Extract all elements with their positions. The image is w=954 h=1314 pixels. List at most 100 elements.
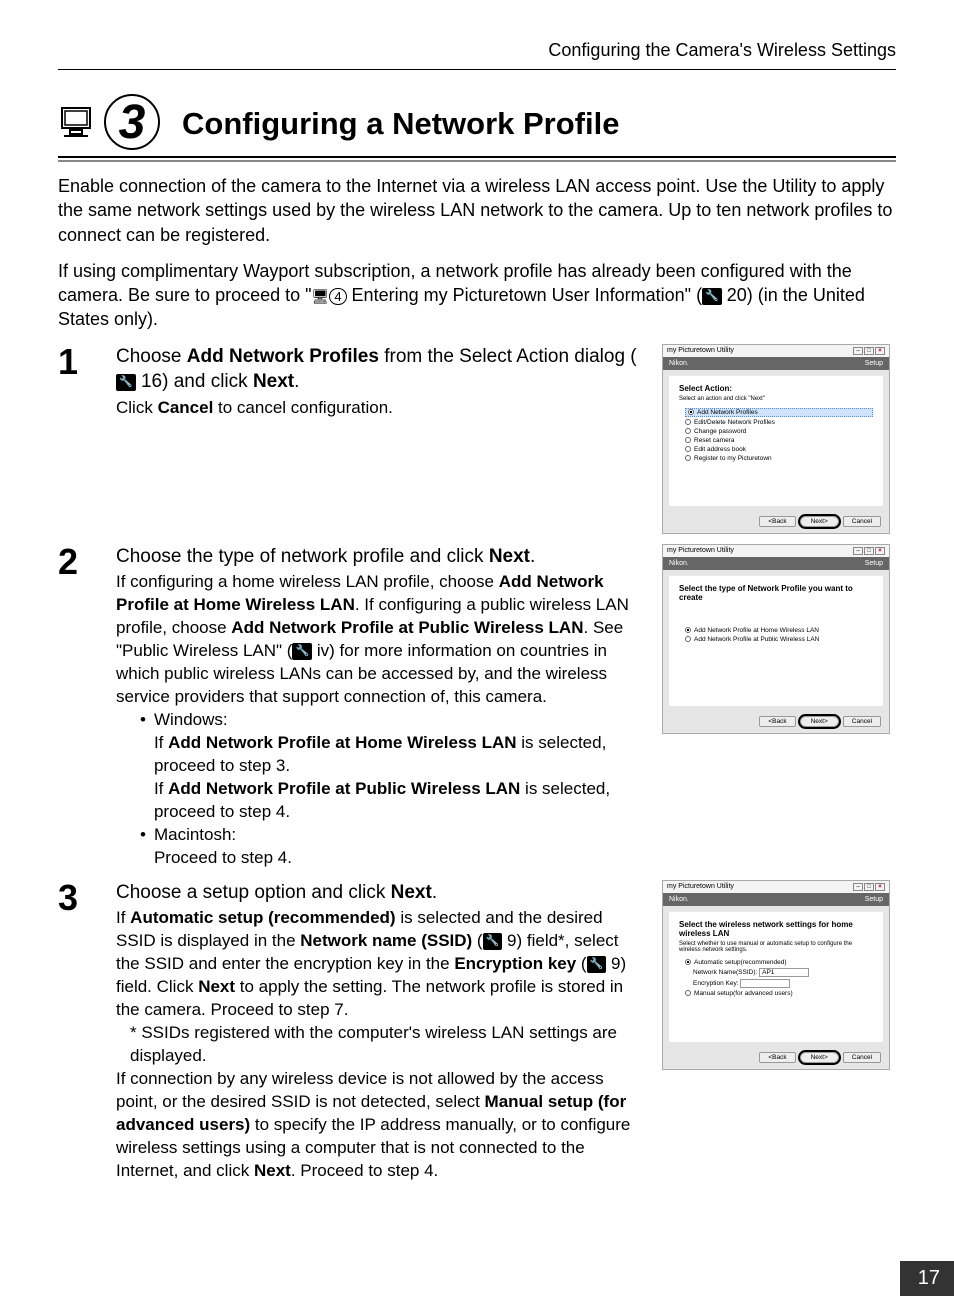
bullet-dot-icon: • xyxy=(140,709,146,824)
radio-public-wireless[interactable]: Add Network Profile at Public Wireless L… xyxy=(685,636,873,643)
radio-label: Add Network Profiles xyxy=(697,409,758,416)
computer-icon xyxy=(58,102,98,147)
radio-label: Automatic setup(recommended) xyxy=(694,959,787,966)
field-label: Network Name(SSID): xyxy=(693,969,757,976)
radio-register[interactable]: Register to my Picturetown xyxy=(685,455,873,462)
dialog-heading: Select the wireless network settings for… xyxy=(679,920,873,938)
footnote: * SSIDs registered with the computer's w… xyxy=(130,1022,642,1068)
step-bold: Next xyxy=(198,977,235,996)
close-icon[interactable]: × xyxy=(875,347,885,355)
encryption-key-input[interactable] xyxy=(740,979,790,988)
step-text: . xyxy=(294,371,299,392)
brand-label: Nikon. xyxy=(669,896,689,903)
step-number-circle: 3 xyxy=(104,94,160,150)
field-encryption-key: Encryption Key: xyxy=(693,979,873,988)
page-number: 17 xyxy=(900,1261,954,1296)
step-number: 1 xyxy=(58,344,96,534)
step-bold: Automatic setup (recommended) xyxy=(130,908,395,927)
bullet-windows: • Windows: If Add Network Profile at Hom… xyxy=(140,709,642,824)
header-divider xyxy=(58,69,896,70)
step-text: Choose xyxy=(116,346,187,367)
step-bold: Next xyxy=(253,371,294,392)
title-row: 3 Configuring a Network Profile xyxy=(58,96,896,152)
radio-edit-delete[interactable]: Edit/Delete Network Profiles xyxy=(685,419,873,426)
next-button[interactable]: Next> xyxy=(800,516,839,527)
bullet-text: Proceed to step 4. xyxy=(154,847,292,870)
radio-label: Add Network Profile at Home Wireless LAN xyxy=(694,627,819,634)
minimize-icon[interactable]: – xyxy=(853,547,863,555)
intro-step-ref: 4 xyxy=(329,288,346,305)
back-button[interactable]: <Back xyxy=(759,516,795,527)
step-text: ( xyxy=(576,954,586,973)
setup-label: Setup xyxy=(865,896,883,903)
close-icon[interactable]: × xyxy=(875,547,885,555)
step-text: . Proceed to step 4. xyxy=(291,1161,438,1180)
dialog-subtext: Select whether to use manual or automati… xyxy=(679,941,873,953)
cancel-button[interactable]: Cancel xyxy=(843,1052,881,1063)
bullet-text: If xyxy=(154,733,168,752)
reference-icon: 🔧 xyxy=(116,374,136,391)
step-bold: Add Network Profiles xyxy=(187,346,379,367)
radio-manual-setup[interactable]: Manual setup(for advanced users) xyxy=(685,990,873,997)
intro-text: Entering my Picturetown User Information… xyxy=(347,285,703,305)
step-3: 3 Choose a setup option and click Next. … xyxy=(58,880,896,1183)
step-bold: Network name (SSID) xyxy=(300,931,472,950)
step-body: Choose the type of network profile and c… xyxy=(116,544,642,870)
reference-icon: 🔧 xyxy=(292,643,312,660)
bullet-bold: Add Network Profile at Public Wireless L… xyxy=(168,779,520,798)
intro-paragraph-2: If using complimentary Wayport subscript… xyxy=(58,259,896,332)
brand-label: Nikon. xyxy=(669,560,689,567)
dialog-subtext: Select an action and click "Next" xyxy=(679,396,873,402)
maximize-icon[interactable]: □ xyxy=(864,547,874,555)
radio-automatic-setup[interactable]: Automatic setup(recommended) xyxy=(685,959,873,966)
window-buttons: –□× xyxy=(853,883,885,891)
radio-label: Edit address book xyxy=(694,446,746,453)
dialog-heading: Select the type of Network Profile you w… xyxy=(679,584,873,602)
dialog-title: my Picturetown Utility xyxy=(667,547,734,555)
section-header: Configuring the Camera's Wireless Settin… xyxy=(58,40,896,61)
dialog-select-profile-type: my Picturetown Utility –□× Nikon. Setup Se… xyxy=(662,544,890,734)
window-buttons: –□× xyxy=(853,347,885,355)
step-text: ( xyxy=(472,931,482,950)
cancel-button[interactable]: Cancel xyxy=(843,716,881,727)
bullet-macintosh: • Macintosh: Proceed to step 4. xyxy=(140,824,642,870)
cancel-button[interactable]: Cancel xyxy=(843,516,881,527)
ssid-input[interactable]: AP1 xyxy=(759,968,809,977)
step-text: If configuring a home wireless LAN profi… xyxy=(116,572,499,591)
step-page-ref: 16) and click xyxy=(136,371,253,392)
back-button[interactable]: <Back xyxy=(759,716,795,727)
close-icon[interactable]: × xyxy=(875,883,885,891)
maximize-icon[interactable]: □ xyxy=(864,883,874,891)
title-underline xyxy=(58,156,896,158)
minimize-icon[interactable]: – xyxy=(853,883,863,891)
radio-label: Change password xyxy=(694,428,746,435)
dialog-heading: Select Action: xyxy=(679,384,873,393)
step-number: 2 xyxy=(58,544,96,870)
radio-change-password[interactable]: Change password xyxy=(685,428,873,435)
step-body: Choose a setup option and click Next. If… xyxy=(116,880,642,1183)
screenshot-1: my Picturetown Utility–□× Nikon.Setup Se… xyxy=(662,344,896,534)
radio-add-network-profiles[interactable]: Add Network Profiles xyxy=(685,408,873,417)
maximize-icon[interactable]: □ xyxy=(864,347,874,355)
radio-edit-address[interactable]: Edit address book xyxy=(685,446,873,453)
radio-label: Register to my Picturetown xyxy=(694,455,772,462)
back-button[interactable]: <Back xyxy=(759,1052,795,1063)
radio-home-wireless[interactable]: Add Network Profile at Home Wireless LAN xyxy=(685,627,873,634)
setup-label: Setup xyxy=(865,560,883,567)
radio-reset-camera[interactable]: Reset camera xyxy=(685,437,873,444)
step-text: If xyxy=(116,908,130,927)
dialog-title: my Picturetown Utility xyxy=(667,883,734,891)
bullet-bold: Add Network Profile at Home Wireless LAN xyxy=(168,733,516,752)
step-text: Choose a setup option and click xyxy=(116,882,391,903)
step-bold: Next xyxy=(489,546,530,567)
window-buttons: –□× xyxy=(853,547,885,555)
page-title: Configuring a Network Profile xyxy=(182,106,619,142)
computer-small-icon: 🖥 xyxy=(312,287,330,306)
next-button[interactable]: Next> xyxy=(800,716,839,727)
step-text: from the Select Action dialog ( xyxy=(379,346,637,367)
bullet-text: If xyxy=(154,779,168,798)
next-button[interactable]: Next> xyxy=(800,1052,839,1063)
step-text: Click xyxy=(116,398,158,417)
minimize-icon[interactable]: – xyxy=(853,347,863,355)
bullet-label: Windows: xyxy=(154,709,642,732)
